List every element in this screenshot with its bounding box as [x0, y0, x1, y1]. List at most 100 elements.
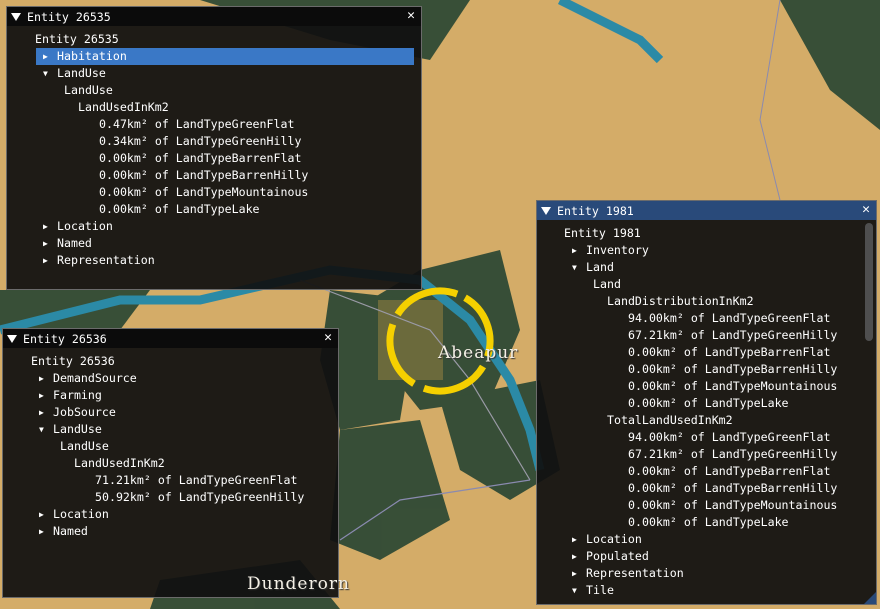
tree-node[interactable]: ▶ Representation: [565, 565, 860, 582]
window-title-bar[interactable]: Entity 26536 ✕: [3, 329, 338, 348]
caret-right-icon: ▶: [39, 510, 44, 519]
close-icon[interactable]: ✕: [407, 8, 415, 23]
caret-right-icon: ▶: [39, 391, 44, 400]
tree-node-label: Named: [53, 524, 88, 538]
tree-node-label: Location: [57, 219, 113, 233]
land-value-item: 0.00km² of LandTypeBarrenFlat: [628, 464, 831, 478]
tree-node[interactable]: ▼ LandUse: [36, 65, 414, 82]
tree-node-label: Populated: [586, 549, 649, 563]
collapse-icon[interactable]: [541, 206, 551, 215]
tree-node[interactable]: ▶ Location: [565, 531, 860, 548]
tree-node[interactable]: ▼ Tile: [565, 582, 860, 599]
caret-right-icon: ▶: [39, 408, 44, 417]
tree-node-label: Representation: [586, 566, 684, 580]
tree-node-label: Named: [57, 236, 92, 250]
tree-node[interactable]: ▶ JobSource: [32, 404, 331, 421]
land-value-item: 0.00km² of LandTypeBarrenHilly: [99, 168, 309, 182]
land-value-item: 0.00km² of LandTypeLake: [628, 396, 789, 410]
tree-node-label: LandUse: [53, 422, 102, 436]
window-title: Entity 26535: [27, 9, 111, 24]
caret-down-icon: ▼: [572, 586, 577, 595]
tree-node[interactable]: ▶ Location: [32, 506, 331, 523]
land-value-item: 67.21km² of LandTypeGreenHilly: [628, 328, 838, 342]
forest-area: [330, 420, 450, 560]
land-value-item: 0.00km² of LandTypeBarrenHilly: [628, 481, 838, 495]
tree-node-label: Farming: [53, 388, 102, 402]
tree-node[interactable]: ▶ Inventory: [565, 242, 860, 259]
caret-right-icon: ▶: [43, 239, 48, 248]
land-value-item: 71.21km² of LandTypeGreenFlat: [95, 473, 298, 487]
tree-node[interactable]: ▶ Location: [36, 218, 414, 235]
tree-node-label: Habitation: [57, 49, 127, 63]
tree-node[interactable]: ▶ Named: [32, 523, 331, 540]
entity-inspector-window[interactable]: Entity 26535 ✕ Entity 26535 ▶ Habitation …: [6, 6, 422, 290]
tree-node-label: Inventory: [586, 243, 649, 257]
tree-node-label: Representation: [57, 253, 155, 267]
tree-leaf: LandUsedInKm2: [74, 456, 165, 470]
tree-leaf: TotalLandUsedInKm2: [607, 413, 733, 427]
tree-node-label: Location: [53, 507, 109, 521]
caret-down-icon: ▼: [43, 69, 48, 78]
tree-node-label: LandUse: [57, 66, 106, 80]
tree-root-label: Entity 26536: [31, 354, 115, 368]
close-icon[interactable]: ✕: [862, 202, 870, 217]
caret-right-icon: ▶: [39, 374, 44, 383]
tree-node-label: Land: [586, 260, 614, 274]
city-label[interactable]: Abeapur: [438, 343, 518, 363]
tree-leaf: Land: [593, 277, 621, 291]
entity-inspector-window[interactable]: Entity 1981 ✕ Entity 1981 ▶ Inventory ▼ L…: [536, 200, 877, 605]
scrollbar[interactable]: [865, 223, 873, 341]
road: [759, 0, 781, 201]
tree-leaf: LandUse: [64, 83, 113, 97]
tree-node[interactable]: ▶ Farming: [32, 387, 331, 404]
window-title-bar[interactable]: Entity 1981 ✕: [537, 201, 876, 220]
tree-node[interactable]: ▶ Populated: [565, 548, 860, 565]
entity-inspector-window[interactable]: Entity 26536 ✕ Entity 26536 ▶ DemandSourc…: [2, 328, 339, 598]
land-value-item: 0.00km² of LandTypeLake: [628, 515, 789, 529]
caret-right-icon: ▶: [572, 552, 577, 561]
tree-node-label: Location: [586, 532, 642, 546]
land-value-item: 67.21km² of LandTypeGreenHilly: [628, 447, 838, 461]
caret-down-icon: ▼: [39, 425, 44, 434]
land-value-item: 0.47km² of LandTypeGreenFlat: [99, 117, 295, 131]
tree-root-label: Entity 26535: [35, 32, 119, 46]
city-label[interactable]: Dunderorn: [247, 574, 350, 594]
window-title: Entity 26536: [23, 331, 107, 346]
river: [557, 0, 664, 64]
tree-leaf: LandUse: [60, 439, 109, 453]
tree-node-label: DemandSource: [53, 371, 137, 385]
tree-node-label: Tile: [586, 583, 614, 597]
land-value-item: 94.00km² of LandTypeGreenFlat: [628, 430, 831, 444]
caret-right-icon: ▶: [43, 256, 48, 265]
land-value-item: 0.00km² of LandTypeLake: [99, 202, 260, 216]
land-value-item: 50.92km² of LandTypeGreenHilly: [95, 490, 305, 504]
land-value-item: 0.00km² of LandTypeBarrenFlat: [99, 151, 302, 165]
land-value-item: 94.00km² of LandTypeGreenFlat: [628, 311, 831, 325]
close-icon[interactable]: ✕: [324, 330, 332, 345]
window-title: Entity 1981: [557, 203, 634, 218]
caret-right-icon: ▶: [43, 222, 48, 231]
tree-node[interactable]: ▶ Representation: [36, 252, 414, 269]
caret-right-icon: ▶: [572, 535, 577, 544]
window-title-bar[interactable]: Entity 26535 ✕: [7, 7, 421, 26]
caret-right-icon: ▶: [572, 569, 577, 578]
caret-down-icon: ▼: [572, 263, 577, 272]
caret-right-icon: ▶: [572, 246, 577, 255]
tree-node[interactable]: ▼ LandUse: [32, 421, 331, 438]
resize-grip[interactable]: [864, 592, 876, 604]
land-value-item: 0.00km² of LandTypeMountainous: [628, 498, 838, 512]
land-value-item: 0.00km² of LandTypeBarrenHilly: [628, 362, 838, 376]
land-value-item: 0.34km² of LandTypeGreenHilly: [99, 134, 302, 148]
tree-node-label: JobSource: [53, 405, 116, 419]
tree-root-label: Entity 1981: [564, 226, 641, 240]
tree-node[interactable]: ▶ Named: [36, 235, 414, 252]
land-value-item: 0.00km² of LandTypeMountainous: [99, 185, 309, 199]
tree-leaf: LandUsedInKm2: [78, 100, 169, 114]
caret-right-icon: ▶: [43, 52, 48, 61]
collapse-icon[interactable]: [11, 12, 21, 21]
tree-node[interactable]: ▶ DemandSource: [32, 370, 331, 387]
collapse-icon[interactable]: [7, 334, 17, 343]
tree-node[interactable]: ▶ Habitation: [36, 48, 414, 65]
forest-area: [780, 0, 880, 130]
tree-node[interactable]: ▼ Land: [565, 259, 860, 276]
